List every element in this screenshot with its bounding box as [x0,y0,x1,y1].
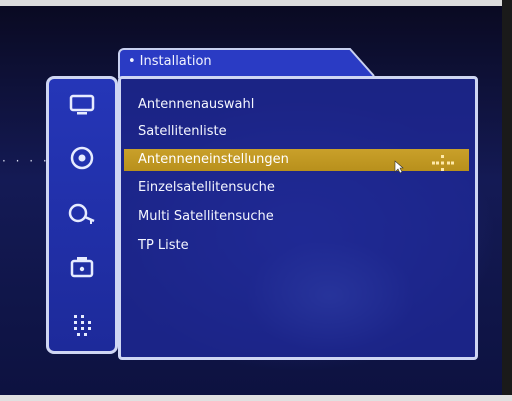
tab-slope-decoration [344,48,375,77]
tv-icon[interactable] [65,87,99,121]
category-sidebar [46,76,118,354]
key-icon[interactable] [65,197,99,231]
pointer-cursor-icon [394,160,404,174]
settings-grid-icon[interactable] [65,307,99,341]
menu-title-text: Installation [139,54,212,69]
screen-bezel-bottom [0,395,512,401]
menu-title: • Installation [128,54,212,69]
media-icon[interactable] [65,251,99,285]
menu-item-einzelsatellitensuche[interactable]: Einzelsatellitensuche [138,177,275,199]
satellite-dish-icon[interactable] [65,141,99,175]
menu-item-tp-liste[interactable]: TP Liste [138,235,189,257]
navigation-arrows-icon [432,155,454,171]
menu-item-satellitenliste[interactable]: Satellitenliste [138,121,227,143]
menu-item-antennenauswahl[interactable]: Antennenauswahl [138,94,254,116]
title-bullet-icon: • [128,54,136,69]
screen-bezel-right [502,0,512,401]
menu-item-multi-satellitensuche[interactable]: Multi Satellitensuche [138,206,274,228]
menu-item-antenneneinstellungen[interactable]: Antenneneinstellungen [124,149,469,171]
